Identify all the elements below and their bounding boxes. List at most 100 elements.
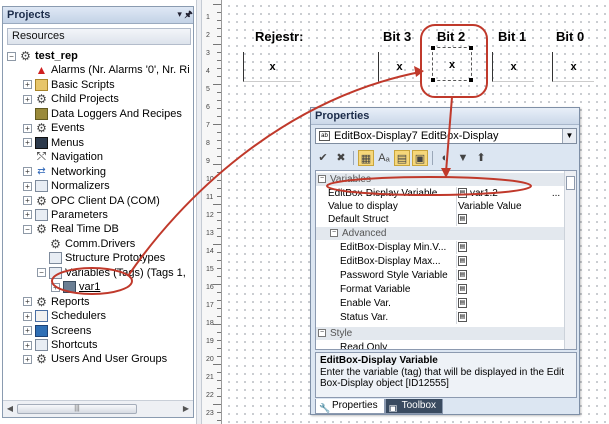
tree-item[interactable]: + Parameters bbox=[23, 208, 108, 222]
grid-vertical-scrollbar[interactable] bbox=[564, 171, 576, 349]
property-row-format-variable[interactable]: Format Variable ▤ bbox=[316, 283, 564, 296]
wrench-icon: 🔧 bbox=[319, 403, 331, 413]
property-row-password-style[interactable]: Password Style Variable ▤ bbox=[316, 269, 564, 282]
expand-icon[interactable]: + bbox=[23, 340, 32, 350]
ruler-number: 13 bbox=[206, 230, 214, 237]
collapse-icon[interactable]: − bbox=[7, 51, 16, 61]
property-value[interactable]: ▤ bbox=[458, 269, 562, 282]
pin-icon[interactable]: ▾ 🖈 bbox=[177, 7, 193, 23]
resize-handle[interactable] bbox=[431, 78, 435, 82]
expand-icon[interactable]: + bbox=[23, 196, 32, 205]
category-advanced[interactable]: − Advanced bbox=[316, 227, 564, 240]
tree-item[interactable]: + ⇄ Networking bbox=[23, 165, 106, 179]
property-value[interactable]: ▤ bbox=[458, 213, 562, 226]
tree-item[interactable]: ⤲ Navigation bbox=[35, 150, 103, 164]
expand-icon[interactable]: + bbox=[23, 167, 32, 177]
editbox-bit-3[interactable]: x bbox=[378, 52, 420, 82]
resources-tab[interactable]: Resources bbox=[7, 28, 191, 45]
tree-item[interactable]: Structure Prototypes bbox=[49, 251, 165, 265]
tab-toolbox[interactable]: ▣ Toolbox bbox=[384, 399, 444, 414]
property-value[interactable]: Variable Value bbox=[458, 200, 562, 213]
tab-properties[interactable]: 🔧 Properties bbox=[315, 399, 385, 414]
editbox-bit-0[interactable]: x bbox=[552, 52, 594, 82]
tree-item[interactable]: + ⚙ OPC Client DA (COM) bbox=[23, 194, 160, 208]
tree-item[interactable]: + Basic Scripts bbox=[23, 78, 115, 92]
tree-item[interactable]: + Menus bbox=[23, 136, 84, 150]
category-variables[interactable]: − Variables bbox=[316, 173, 564, 186]
help-icon[interactable]: ◐ bbox=[437, 150, 453, 166]
property-value[interactable]: ▤ var1.2 bbox=[458, 187, 562, 200]
tree-item[interactable]: + ⚙ Events bbox=[23, 121, 85, 135]
property-row-min-value[interactable]: EditBox-Display Min.V... ▤ bbox=[316, 241, 564, 254]
expand-icon[interactable]: + bbox=[23, 210, 32, 220]
property-row-value-to-display[interactable]: Value to display Variable Value bbox=[316, 200, 564, 213]
tree-item[interactable]: ⚙ Comm.Drivers bbox=[49, 237, 135, 251]
expand-icon[interactable]: + bbox=[23, 94, 32, 104]
alphabetical-icon[interactable]: Aₐ bbox=[376, 150, 392, 166]
tree-horizontal-scrollbar[interactable]: ◀ ||| ▶ bbox=[3, 400, 193, 417]
property-value[interactable]: ▤ bbox=[458, 255, 562, 268]
tree-item-label: Parameters bbox=[51, 208, 108, 221]
property-value[interactable]: ▤ bbox=[458, 241, 562, 254]
property-value[interactable]: ▤ bbox=[458, 283, 562, 296]
property-row-status-var[interactable]: Status Var. ▤ bbox=[316, 311, 564, 324]
editbox-bit-2-selected[interactable]: x bbox=[431, 46, 473, 82]
tree-item[interactable]: ▲ Alarms (Nr. Alarms '0', Nr. Ri bbox=[35, 63, 190, 77]
scroll-thumb[interactable] bbox=[566, 176, 575, 190]
property-value[interactable]: ▤ bbox=[458, 297, 562, 310]
dark-icon bbox=[35, 136, 48, 149]
expand-icon[interactable]: + bbox=[23, 123, 32, 133]
tree-item[interactable]: + Schedulers bbox=[23, 309, 106, 323]
expand-icon[interactable]: + bbox=[23, 311, 32, 321]
resize-handle[interactable] bbox=[469, 78, 473, 82]
tree-item[interactable]: + ⚙ Reports bbox=[23, 295, 90, 309]
categorized-icon[interactable]: ▦ bbox=[358, 150, 374, 166]
property-row-read-only[interactable]: Read Only bbox=[316, 341, 564, 349]
property-row-enable-var[interactable]: Enable Var. ▤ bbox=[316, 297, 564, 310]
tree-item[interactable]: − Variables (Tags) (Tags 1, bbox=[37, 266, 186, 280]
collapse-icon[interactable]: − bbox=[23, 224, 32, 234]
tree-item[interactable]: Data Loggers And Recipes bbox=[35, 107, 182, 121]
resize-handle[interactable] bbox=[469, 46, 473, 50]
scroll-left-icon[interactable]: ◀ bbox=[4, 403, 16, 415]
arrow-up-icon[interactable]: ⬆ bbox=[473, 150, 489, 166]
property-value[interactable]: ▤ bbox=[458, 311, 562, 324]
resize-handle[interactable] bbox=[431, 46, 435, 50]
property-row-max-value[interactable]: EditBox-Display Max... ▤ bbox=[316, 255, 564, 268]
description-icon[interactable]: ▣ bbox=[412, 150, 428, 166]
category-style[interactable]: − Style bbox=[316, 327, 564, 340]
tree-item[interactable]: + Normalizers bbox=[23, 179, 110, 193]
scroll-right-icon[interactable]: ▶ bbox=[180, 403, 192, 415]
chevron-down-icon[interactable]: ▼ bbox=[562, 129, 576, 143]
editbox-rejestr[interactable]: x bbox=[243, 52, 301, 82]
property-row-default-struct[interactable]: Default Struct ▤ bbox=[316, 213, 564, 226]
tree-item[interactable]: − ⚙ test_rep bbox=[7, 49, 78, 63]
tree-item[interactable]: + var1 bbox=[51, 280, 100, 294]
tree-item[interactable]: + ⚙ Users And User Groups bbox=[23, 352, 167, 366]
tree-item[interactable]: + Screens bbox=[23, 324, 91, 338]
tree-item[interactable]: + Shortcuts bbox=[23, 338, 97, 352]
collapse-icon[interactable]: − bbox=[330, 229, 338, 237]
expand-icon[interactable]: + bbox=[51, 282, 60, 292]
expand-icon[interactable]: + bbox=[23, 80, 32, 90]
expand-icon[interactable]: + bbox=[23, 138, 32, 148]
expand-icon[interactable]: + bbox=[23, 326, 32, 336]
page-icon[interactable]: ▤ bbox=[394, 150, 410, 166]
tree-item[interactable]: + ⚙ Child Projects bbox=[23, 92, 119, 106]
expand-icon[interactable]: + bbox=[23, 181, 32, 191]
expand-icon[interactable]: + bbox=[23, 297, 32, 307]
editbox-bit-1[interactable]: x bbox=[492, 52, 534, 82]
filter-icon[interactable]: ▼ bbox=[455, 150, 471, 166]
ruler-tick bbox=[217, 132, 221, 133]
property-row-editbox-variable[interactable]: EditBox-Display Variable ▤ var1.2 ... bbox=[316, 187, 564, 200]
collapse-icon[interactable]: − bbox=[318, 175, 326, 183]
object-selector[interactable]: ab EditBox-Display7 EditBox-Display ▼ bbox=[315, 128, 577, 144]
scroll-thumb[interactable]: ||| bbox=[17, 404, 137, 414]
ellipsis-button[interactable]: ... bbox=[550, 187, 562, 200]
apply-icon[interactable]: ✔ bbox=[315, 150, 331, 166]
collapse-icon[interactable]: − bbox=[318, 329, 326, 337]
tree-item[interactable]: − ⚙ Real Time DB bbox=[23, 222, 119, 236]
expand-icon[interactable]: + bbox=[23, 354, 32, 364]
collapse-icon[interactable]: − bbox=[37, 268, 46, 278]
cancel-icon[interactable]: ✖ bbox=[333, 150, 349, 166]
